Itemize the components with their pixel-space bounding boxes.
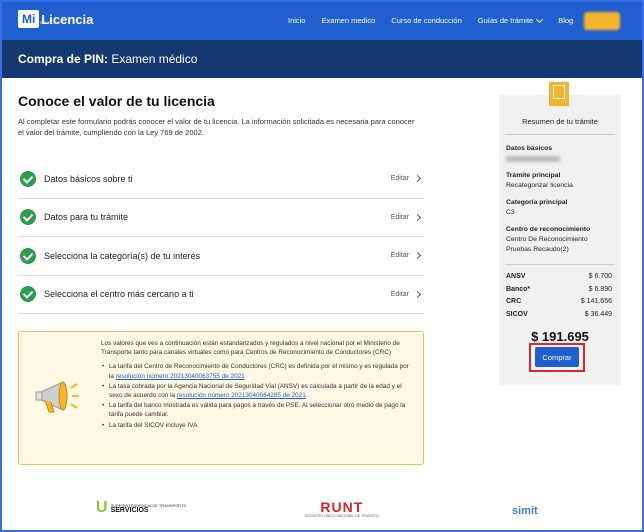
check-circle-icon — [20, 247, 36, 264]
notice-text: Los valores que ves a continuación están… — [101, 339, 415, 431]
step-datos-basicos: Datos básicos sobre ti Editar — [18, 160, 424, 199]
nav-guias-tramite-label: Guías de trámite — [477, 16, 534, 25]
supertransporte-big: SERVICIOS — [110, 507, 149, 514]
summary-tramite: Trámite principal Recategorizar licencia — [506, 171, 573, 191]
supertransporte-u-icon: U — [96, 499, 108, 516]
notice-bullet-sicov: La tarifa del SICOV incluye IVA — [101, 421, 415, 430]
fee-row: CRC $ 141.656 — [506, 298, 612, 305]
nav-inicio[interactable]: Inicio — [288, 16, 306, 25]
fee-row: SICOV $ 36.449 — [506, 311, 612, 318]
divider — [505, 134, 615, 135]
summary-title: Resumen de tu trámite — [522, 117, 598, 126]
page-title: Compra de PIN: Examen médico — [18, 52, 197, 66]
fee-key: SICOV — [506, 311, 528, 318]
nav-guias-tramite[interactable]: Guías de trámite — [477, 15, 544, 25]
summary-key: Categoría principal — [506, 199, 568, 206]
intro-text: Al completar este formulario podrás cono… — [18, 117, 415, 137]
resolution-link-ansv[interactable]: resolución número 20213040064285 de 2021 — [177, 392, 306, 399]
steps-list: Datos básicos sobre ti Editar Datos para… — [18, 160, 424, 314]
id-badge-icon — [549, 82, 569, 106]
nav-blog[interactable]: Blog — [558, 16, 573, 25]
fee-value: $ 141.656 — [580, 298, 612, 305]
total-price: $ 191.695 — [531, 329, 589, 344]
fee-row: Banco* $ 6.890 — [506, 286, 612, 293]
notice-bullets: La tarifa del Centro de Reconocimiento d… — [101, 362, 415, 430]
divider — [505, 264, 615, 265]
step-label: Datos básicos sobre ti — [44, 173, 133, 184]
notice-paragraph: Los valores que ves a continuación están… — [101, 340, 400, 357]
fee-value: $ 36.449 — [584, 311, 612, 318]
chevron-right-icon — [413, 290, 422, 298]
fee-value: $ 6.890 — [588, 286, 612, 293]
notice-bullet-banco: La tarifa del banco mostrada es válida p… — [101, 401, 415, 419]
megaphone-icon — [35, 381, 79, 413]
check-circle-icon — [20, 209, 36, 226]
summary-value: Centro De Reconocimiento Pruebas Recaudo… — [506, 236, 588, 253]
summary-centro: Centro de reconocimiento Centro De Recon… — [506, 225, 614, 255]
chevron-down-icon — [536, 15, 544, 23]
main-nav: Inicio Examen medico Curso de conducción… — [288, 15, 589, 25]
step-label: Selecciona la categoría(s) de tu interés — [44, 250, 201, 261]
top-navbar: Mi Licencia BY RUNT Inicio Examen medico… — [2, 2, 642, 40]
edit-label: Editar — [390, 213, 409, 221]
step-label: Datos para tu trámite — [44, 212, 129, 223]
runt-logo[interactable]: RUNT REGISTRO ÚNICO NACIONAL DE TRÁNSITO — [305, 500, 379, 518]
summary-key: Datos básicos — [506, 145, 553, 152]
chevron-right-icon — [413, 175, 422, 183]
summary-value: C3 — [506, 209, 515, 216]
nav-curso-conduccion[interactable]: Curso de conducción — [391, 16, 461, 25]
fee-value: $ 6.700 — [588, 273, 612, 280]
logo-subtitle: BY RUNT — [40, 20, 61, 25]
summary-value: Recategorizar licencia — [506, 182, 573, 189]
supertransporte-text: SUPERINTENDENCIA DE TRANSPORTE SERVICIOS — [110, 503, 187, 514]
chevron-right-icon — [413, 252, 422, 260]
summary-categoria: Categoría principal C3 — [506, 198, 568, 218]
mi-licencia-logo[interactable]: Mi Licencia — [18, 10, 93, 28]
summary-datos-basicos: Datos básicos — [506, 144, 560, 166]
fee-key: CRC — [506, 298, 522, 305]
info-notice: Los valores que ves a continuación están… — [18, 331, 424, 465]
simit-logo[interactable]: simit — [512, 505, 538, 517]
edit-label: Editar — [390, 290, 409, 298]
check-circle-icon — [20, 170, 36, 187]
step-datos-tramite: Datos para tu trámite Editar — [18, 199, 424, 237]
notice-bullet-ansv: La tasa cobrada por la Agencia Nacional … — [101, 382, 415, 400]
page-title-bold: Compra de PIN: — [18, 52, 109, 66]
comprar-button[interactable]: Comprar — [535, 347, 579, 367]
redacted-value — [506, 156, 560, 162]
runt-wordmark: RUNT — [320, 499, 364, 515]
edit-button[interactable]: Editar — [390, 213, 422, 221]
user-menu-button[interactable] — [584, 12, 620, 30]
check-circle-icon — [20, 286, 36, 303]
supertransporte-logo[interactable]: U SUPERINTENDENCIA DE TRANSPORTE SERVICIO… — [96, 500, 186, 516]
main-heading: Conoce el valor de tu licencia — [18, 93, 215, 109]
step-centro: Selecciona el centro más cercano a ti Ed… — [18, 276, 424, 314]
page-title-rest: Examen médico — [108, 52, 198, 66]
edit-label: Editar — [390, 175, 409, 183]
edit-button[interactable]: Editar — [390, 175, 422, 183]
summary-key: Trámite principal — [506, 172, 561, 179]
edit-button[interactable]: Editar — [390, 290, 422, 298]
edit-button[interactable]: Editar — [390, 252, 422, 260]
fee-row: ANSV $ 6.700 — [506, 273, 612, 280]
fee-key: ANSV — [506, 273, 526, 280]
summary-key: Centro de reconocimiento — [506, 226, 591, 233]
edit-label: Editar — [390, 252, 409, 260]
nav-examen-medico[interactable]: Examen medico — [322, 16, 376, 25]
step-label: Selecciona el centro más cercano a ti — [44, 289, 194, 300]
page-title-bar: Compra de PIN: Examen médico — [2, 40, 642, 78]
logo-mi: Mi — [18, 10, 40, 28]
resolution-link-crc[interactable]: resolución número 20213040063755 de 2021 — [116, 373, 245, 380]
runt-subtitle: REGISTRO ÚNICO NACIONAL DE TRÁNSITO — [305, 514, 379, 518]
notice-bullet-crc: La tarifa del Centro de Reconocimiento d… — [101, 362, 415, 380]
chevron-right-icon — [413, 213, 422, 221]
step-categoria: Selecciona la categoría(s) de tu interés… — [18, 237, 424, 276]
fee-key: Banco* — [506, 286, 531, 293]
